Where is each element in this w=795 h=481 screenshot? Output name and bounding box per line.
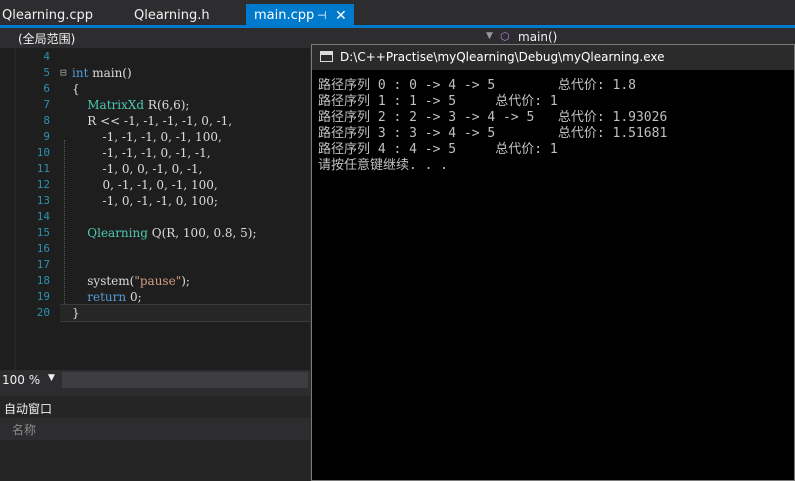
line-number: 11	[36, 162, 50, 175]
code-line: int main()	[72, 66, 132, 80]
line-number: 20	[36, 306, 50, 319]
code-line: system("pause");	[72, 274, 190, 288]
line-number: 6	[43, 82, 50, 95]
code-line: R << -1, -1, -1, -1, 0, -1,	[72, 114, 233, 128]
horizontal-scrollbar[interactable]	[62, 372, 308, 388]
chevron-down-icon[interactable]: ▼	[486, 31, 493, 41]
line-number: 5	[43, 66, 50, 79]
function-icon: ⬡	[500, 30, 510, 43]
console-app-icon	[320, 51, 333, 62]
code-line: -1, -1, -1, 0, -1, -1,	[72, 146, 211, 160]
tab-label: main.cpp	[254, 8, 315, 23]
line-number: 19	[36, 290, 50, 303]
function-dropdown[interactable]: main()	[518, 30, 557, 44]
line-number: 12	[36, 178, 50, 191]
current-line-highlight	[60, 304, 310, 322]
console-line: 请按任意键继续. . .	[318, 158, 449, 173]
line-number: 4	[43, 50, 50, 63]
indent-guide	[64, 140, 66, 310]
line-number: 14	[36, 210, 50, 223]
collapse-icon[interactable]: ⊟	[60, 66, 67, 79]
code-line: return 0;	[87, 290, 142, 304]
code-line: Qlearning Q(R, 100, 0.8, 5);	[87, 226, 257, 240]
tab-label: Qlearning.cpp	[2, 8, 94, 23]
scope-dropdown[interactable]: (全局范围)	[18, 30, 75, 47]
code-line: -1, 0, 0, -1, 0, -1,	[72, 162, 203, 176]
code-editor[interactable]: 4 5 6 7 8 9 10 11 12 13 14 15 16 17 18 1…	[0, 48, 310, 370]
tab-label: Qlearning.h	[134, 8, 210, 23]
code-line: {	[72, 82, 80, 96]
line-number: 7	[43, 98, 50, 111]
autos-window: 自动窗口 名称	[0, 396, 310, 481]
line-number: 15	[36, 226, 50, 239]
code-line: MatrixXd R(6,6);	[87, 98, 190, 112]
autos-window-title: 自动窗口	[4, 402, 53, 416]
document-tab-bar: Qlearning.cpp Qlearning.h main.cpp ⊣ ✕	[0, 0, 795, 28]
autos-header: 名称	[0, 418, 310, 440]
line-number: 18	[36, 274, 50, 287]
line-number: 9	[43, 130, 50, 143]
line-number: 16	[36, 242, 50, 255]
name-column-header[interactable]: 名称	[12, 421, 36, 438]
console-output[interactable]: 路径序列 0 : 0 -> 4 -> 5 总代价: 1.8 路径序列 1 : 1…	[312, 70, 794, 480]
code-line: 0, -1, -1, 0, -1, 100,	[72, 178, 218, 192]
code-line: -1, -1, -1, 0, -1, 100,	[72, 130, 222, 144]
code-line: }	[72, 306, 80, 320]
chevron-down-icon[interactable]: ▼	[48, 373, 55, 383]
console-window[interactable]: D:\C++Practise\myQlearning\Debug\myQlear…	[311, 44, 795, 481]
code-line: -1, 0, -1, -1, 0, 100;	[72, 194, 218, 208]
line-number: 10	[36, 146, 50, 159]
line-number: 8	[43, 114, 50, 127]
console-title: D:\C++Practise\myQlearning\Debug\myQlear…	[340, 50, 665, 64]
line-number: 17	[36, 258, 50, 271]
console-title-bar[interactable]: D:\C++Practise\myQlearning\Debug\myQlear…	[312, 45, 794, 70]
zoom-level[interactable]: 100 %	[2, 373, 40, 387]
line-number: 13	[36, 194, 50, 207]
editor-margin	[14, 48, 16, 370]
zoom-bar: 100 % ▼	[0, 370, 310, 390]
